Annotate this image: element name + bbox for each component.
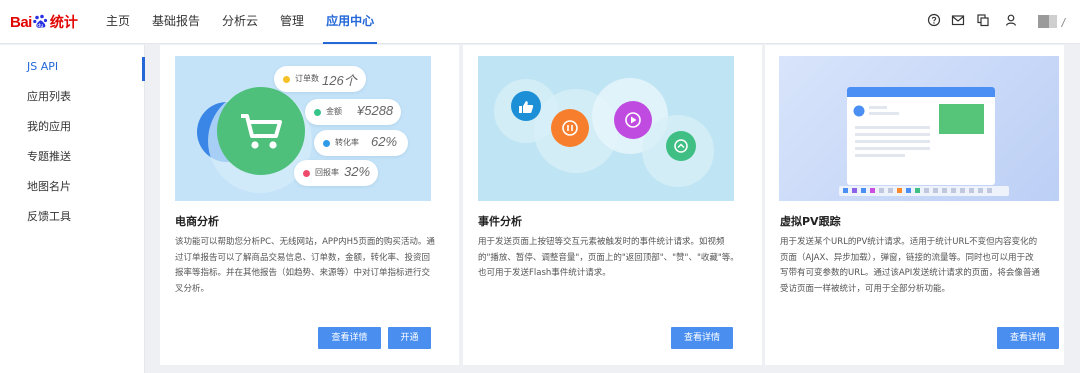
card-title: 事件分析 — [478, 215, 522, 228]
avatar-image-part — [1048, 15, 1057, 28]
metric-label: 订单数 — [295, 74, 319, 83]
logo-text: Bai — [10, 13, 32, 31]
metric-dot — [314, 109, 321, 116]
card-description: 用于发送页面上按钮等交互元素被触发时的事件统计请求。如视频的"播放、暂停、调整音… — [478, 237, 739, 279]
metric-value: 62% — [371, 134, 398, 149]
nav-basic-reports[interactable]: 基础报告 — [141, 0, 211, 44]
avatar[interactable] — [1038, 15, 1067, 28]
copy-icon[interactable] — [976, 13, 992, 29]
sidebar-item-app-list[interactable]: 应用列表 — [0, 82, 145, 112]
sidebar-item-my-apps[interactable]: 我的应用 — [0, 112, 145, 142]
metric-value: 126个 — [322, 73, 357, 88]
card-title: 虚拟PV跟踪 — [780, 215, 841, 228]
nav-home[interactable]: 主页 — [95, 0, 141, 44]
metric-value: ¥5288 — [357, 103, 394, 118]
metric-bubble-return: 回报率 32% — [294, 160, 378, 186]
edit-icon — [1056, 18, 1067, 27]
sidebar-item-feedback-tool[interactable]: 反馈工具 — [0, 202, 145, 232]
metric-label: 回报率 — [315, 168, 339, 177]
metric-bubble-conversion: 转化率 62% — [314, 130, 408, 156]
card-description: 用于发送某个URL的PV统计请求。适用于统计URL不变但内容变化的页面（AJAX… — [780, 237, 1040, 294]
metric-bubble-amount: 金额 ¥5288 — [305, 99, 401, 125]
sidebar-item-map-card[interactable]: 地图名片 — [0, 172, 145, 202]
logo-text-tongji: 统计 — [49, 15, 78, 31]
metric-dot — [303, 170, 310, 177]
paw-logo-icon: du — [33, 14, 48, 29]
metric-label: 转化率 — [335, 138, 359, 147]
sidebar-item-js-api[interactable]: JS API — [0, 52, 145, 82]
nav-app-center[interactable]: 应用中心 — [315, 0, 385, 44]
user-icon[interactable] — [1004, 13, 1020, 29]
nav-analysis-cloud[interactable]: 分析云 — [211, 0, 269, 44]
card-virtual-pv: 虚拟PV跟踪 用于发送某个URL的PV统计请求。适用于统计URL不变但内容变化的… — [765, 45, 1064, 365]
svg-text:du: du — [37, 22, 43, 28]
view-details-button[interactable]: 查看详情 — [997, 327, 1059, 349]
nav-manage[interactable]: 管理 — [269, 0, 315, 44]
metric-label: 金额 — [326, 107, 342, 116]
top-navigation-bar: Bai du 统计 主页 基础报告 分析云 管理 应用中心 — [0, 0, 1080, 44]
main-nav: 主页 基础报告 分析云 管理 应用中心 — [95, 0, 385, 44]
event-illustration — [478, 56, 734, 201]
card-ecommerce-analysis: 订单数 126个 金额 ¥5288 转化率 62% 回报率 32% 电商分析 该… — [160, 45, 459, 365]
card-event-analysis: 事件分析 用于发送页面上按钮等交互元素被触发时的事件统计请求。如视频的"播放、暂… — [463, 45, 762, 365]
card-title: 电商分析 — [175, 215, 219, 228]
card-description: 该功能可以帮助您分析PC、无线网站，APP内H5页面的购买活动。通过订单报告可以… — [175, 237, 435, 294]
sidebar-item-topic-push[interactable]: 专题推送 — [0, 142, 145, 172]
metric-bubble-orders: 订单数 126个 — [274, 66, 366, 92]
sidebar: JS API 应用列表 我的应用 专题推送 地图名片 反馈工具 — [0, 45, 145, 373]
metric-dot — [323, 140, 330, 147]
ecommerce-illustration: 订单数 126个 金额 ¥5288 转化率 62% 回报率 32% — [175, 56, 431, 201]
activate-button[interactable]: 开通 — [388, 327, 431, 349]
baidu-tongji-logo[interactable]: Bai du 统计 — [10, 11, 78, 33]
mail-icon[interactable] — [951, 13, 967, 29]
view-details-button[interactable]: 查看详情 — [671, 327, 733, 349]
virtual-pv-illustration — [779, 56, 1059, 201]
help-icon[interactable] — [927, 13, 943, 29]
metric-value: 32% — [344, 164, 371, 179]
view-details-button[interactable]: 查看详情 — [318, 327, 381, 349]
metric-dot — [283, 76, 290, 83]
avatar-image — [1038, 15, 1049, 28]
